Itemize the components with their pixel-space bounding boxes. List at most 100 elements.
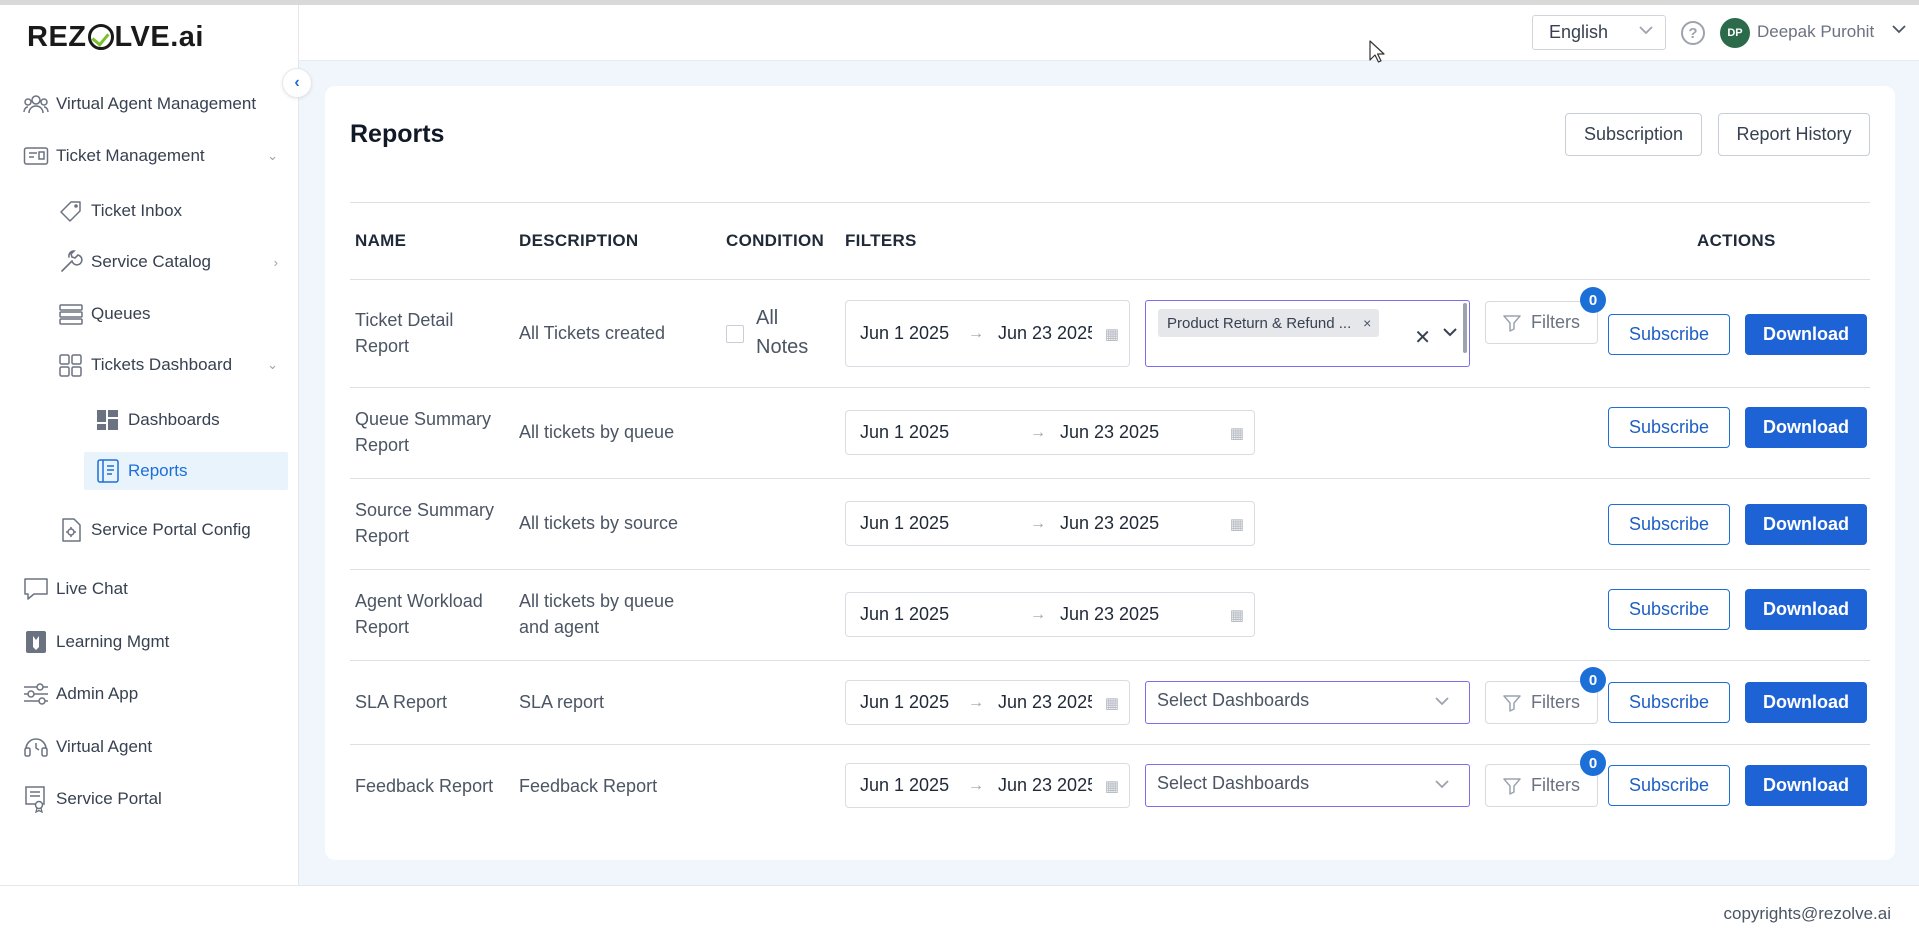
sidebar-item-label: Service Catalog — [91, 252, 212, 271]
dashboards-select[interactable]: Product Return & Refund ... × ✕ — [1145, 300, 1470, 367]
date-from: Jun 1 2025 — [860, 775, 950, 795]
filters-button[interactable]: Filters — [1485, 764, 1598, 807]
chevron-down-icon — [1435, 779, 1449, 789]
subscription-button[interactable]: Subscription — [1565, 113, 1702, 156]
language-select[interactable]: English — [1532, 15, 1666, 50]
logo-check-icon — [87, 24, 114, 50]
sidebar-item-label: Ticket Inbox — [91, 201, 183, 220]
remove-tag-icon[interactable]: × — [1363, 315, 1371, 331]
filters-label: Filters — [1531, 312, 1580, 332]
logo-text: REZ — [27, 20, 87, 53]
selected-tag[interactable]: Product Return & Refund ... × — [1158, 309, 1380, 337]
row-description: All tickets by queue — [519, 422, 675, 442]
filter-icon — [1503, 694, 1521, 712]
download-button[interactable]: Download — [1745, 682, 1867, 723]
download-button[interactable]: Download — [1745, 407, 1867, 448]
download-button[interactable]: Download — [1745, 765, 1867, 806]
date-from: Jun 1 2025 — [860, 422, 950, 442]
filters-count-badge: 0 — [1580, 667, 1606, 693]
report-history-button[interactable]: Report History — [1718, 113, 1870, 156]
condition-label: All Notes — [756, 307, 809, 358]
ticket-icon — [22, 144, 50, 168]
row-name: Queue Summary Report — [355, 409, 492, 455]
mouse-cursor-icon — [1369, 40, 1385, 64]
sidebar-item-live-chat[interactable]: Live Chat — [22, 572, 128, 606]
subscribe-button[interactable]: Subscribe — [1608, 765, 1730, 806]
download-button[interactable]: Download — [1745, 314, 1867, 355]
chevron-down-icon: ⌄ — [267, 148, 278, 163]
chevron-down-icon[interactable] — [1443, 327, 1457, 337]
select-placeholder: Select Dashboards — [1157, 690, 1310, 710]
subscribe-button[interactable]: Subscribe — [1608, 504, 1730, 545]
download-button[interactable]: Download — [1745, 504, 1867, 545]
date-range-picker[interactable]: Jun 1 2025 → Jun 23 2025 ▦ — [845, 680, 1130, 725]
chevron-down-icon — [1639, 25, 1653, 35]
subscribe-button[interactable]: Subscribe — [1608, 589, 1730, 630]
sidebar-item-learning-mgmt[interactable]: Learning Mgmt — [22, 625, 169, 659]
filter-icon — [1503, 314, 1521, 332]
row-description: All tickets by source — [519, 513, 679, 533]
divider — [350, 202, 1870, 203]
row-name: Agent Workload Report — [355, 591, 483, 637]
calendar-icon: ▦ — [1229, 424, 1244, 442]
filters-button[interactable]: Filters — [1485, 681, 1598, 724]
filters-button[interactable]: Filters — [1485, 301, 1598, 344]
clear-icon[interactable]: ✕ — [1414, 325, 1431, 350]
page-title: Reports — [350, 120, 445, 148]
date-range-picker[interactable]: Jun 1 2025 → Jun 23 2025 ▦ — [845, 763, 1130, 808]
sidebar-item-dashboards[interactable]: Dashboards — [94, 403, 220, 437]
subscribe-button[interactable]: Subscribe — [1608, 407, 1730, 448]
sliders-icon — [22, 682, 50, 706]
rezolve-logo[interactable]: REZ LVE .ai — [27, 19, 204, 55]
sidebar-item-virtual-agent-management[interactable]: Virtual Agent Management — [22, 87, 256, 121]
avatar[interactable]: DP — [1720, 18, 1750, 48]
sidebar-item-ticket-inbox[interactable]: Ticket Inbox — [57, 194, 182, 228]
help-icon[interactable]: ? — [1681, 21, 1705, 45]
arrow-right-icon: → — [1030, 514, 1046, 532]
date-from: Jun 1 2025 — [860, 323, 950, 343]
date-range-picker[interactable]: Jun 1 2025 → Jun 23 2025 ▦ — [845, 592, 1255, 637]
user-name[interactable]: Deepak Purohit — [1757, 22, 1874, 42]
chevron-down-icon[interactable] — [1892, 24, 1906, 34]
date-range-picker[interactable]: Jun 1 2025 → Jun 23 2025 ▦ — [845, 501, 1255, 546]
divider — [350, 387, 1870, 388]
sidebar-item-service-catalog[interactable]: Service Catalog › — [57, 245, 278, 279]
sidebar-item-virtual-agent[interactable]: Virtual Agent — [22, 730, 152, 764]
date-range-picker[interactable]: Jun 1 2025 → Jun 23 2025 ▦ — [845, 410, 1255, 455]
date-range-picker[interactable]: Jun 1 2025 → Jun 23 2025 ▦ — [845, 300, 1130, 367]
dashboards-select[interactable]: Select Dashboards — [1145, 681, 1470, 724]
chevron-down-icon: ⌄ — [267, 357, 278, 372]
subscribe-button[interactable]: Subscribe — [1608, 314, 1730, 355]
row-description: All Tickets created — [519, 323, 666, 343]
copyright-text: copyrights@rezolve.ai — [1723, 904, 1892, 923]
download-button[interactable]: Download — [1745, 589, 1867, 630]
sidebar-item-admin-app[interactable]: Admin App — [22, 677, 138, 711]
condition-checkbox[interactable] — [726, 325, 744, 343]
subscribe-button[interactable]: Subscribe — [1608, 682, 1730, 723]
sidebar-item-label: Virtual Agent Management — [56, 94, 257, 113]
sidebar-item-label: Tickets Dashboard — [91, 355, 233, 374]
row-description: All tickets by queue and agent — [519, 591, 675, 637]
scrollbar[interactable] — [1463, 303, 1467, 353]
sidebar-item-service-portal[interactable]: Service Portal — [22, 782, 162, 816]
dashboards-select[interactable]: Select Dashboards — [1145, 764, 1470, 807]
dashboard-icon — [94, 408, 122, 432]
filters-label: Filters — [1531, 692, 1580, 712]
calendar-icon: ▦ — [1104, 777, 1119, 795]
chevron-left-icon: ‹ — [294, 74, 300, 91]
arrow-right-icon: → — [968, 324, 984, 342]
tag-label: Product Return & Refund ... — [1167, 314, 1352, 332]
sidebar-item-tickets-dashboard[interactable]: Tickets Dashboard ⌄ — [57, 348, 278, 382]
arrow-right-icon: → — [1030, 605, 1046, 623]
arrow-right-icon: → — [968, 693, 984, 711]
sidebar-collapse-button[interactable]: ‹ — [282, 68, 312, 98]
top-header — [299, 5, 1919, 61]
sidebar-item-service-portal-config[interactable]: Service Portal Config — [57, 513, 251, 547]
column-header-actions: ACTIONS — [1697, 231, 1776, 250]
divider — [350, 744, 1870, 745]
sidebar-item-reports[interactable]: Reports — [84, 452, 288, 490]
footer: copyrights@rezolve.ai — [0, 885, 1919, 935]
sidebar-item-queues[interactable]: Queues — [57, 297, 151, 331]
sidebar-item-ticket-management[interactable]: Ticket Management ⌄ — [22, 139, 278, 173]
sidebar-item-label: Learning Mgmt — [56, 632, 170, 651]
